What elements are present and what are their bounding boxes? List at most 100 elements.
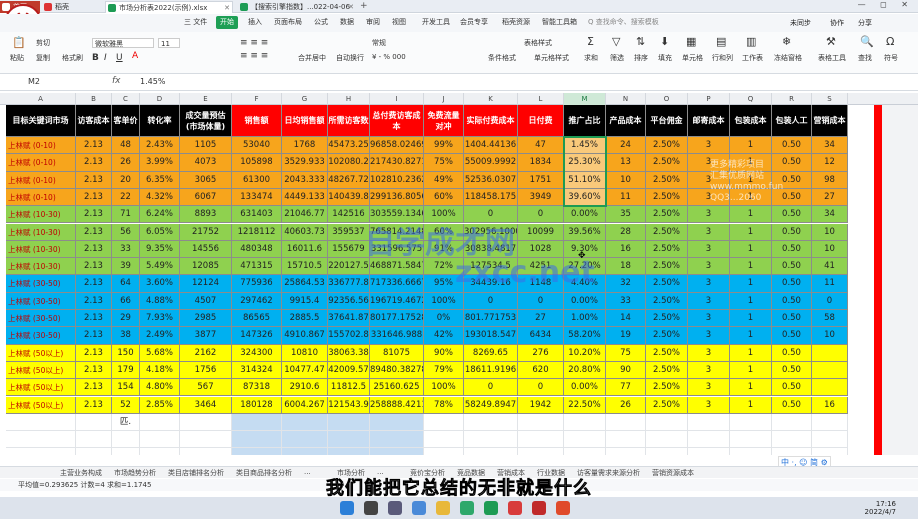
empty-cell[interactable] [772, 431, 812, 449]
table-cell[interactable]: 16 [606, 240, 646, 259]
table-cell[interactable]: 258888.4211 [370, 396, 424, 414]
table-cell[interactable]: 0.50 [772, 310, 812, 328]
table-cell[interactable]: 100% [424, 379, 464, 397]
menu-smart-tools[interactable]: 智能工具箱 [538, 16, 581, 29]
table-cell[interactable]: 775936 [232, 275, 282, 293]
paste-icon[interactable]: 📋 [12, 36, 26, 49]
table-cell[interactable]: 2.13 [76, 137, 112, 155]
table-cell[interactable]: 1105 [180, 137, 232, 155]
table-cell[interactable]: 92356.56 [328, 292, 370, 310]
fill-icon[interactable]: ⬇ [660, 35, 669, 48]
table-cell[interactable]: 16011.6 [282, 240, 328, 259]
table-cell[interactable]: 32 [606, 275, 646, 293]
empty-cell[interactable] [140, 413, 180, 432]
percent-icon[interactable]: ¥ - % 000 [372, 53, 406, 61]
column-header-d[interactable]: D [140, 93, 180, 105]
filter-icon[interactable]: ▽ [612, 35, 620, 48]
header-cell[interactable]: 营销成本 [812, 105, 848, 137]
header-cell[interactable]: 日付费 [518, 105, 564, 137]
table-cell[interactable]: 2.43% [140, 137, 180, 155]
table-cell[interactable]: 4910.867 [282, 327, 328, 345]
table-cell[interactable]: 336777.8 [328, 275, 370, 293]
freeze-icon[interactable]: ❄ [782, 35, 791, 48]
table-cell[interactable]: 155679 [328, 240, 370, 259]
table-cell[interactable]: 12124 [180, 275, 232, 293]
search-icon[interactable] [364, 501, 378, 515]
empty-cell[interactable] [564, 413, 606, 432]
table-cell[interactable]: 1 [730, 292, 772, 310]
fill-button[interactable]: 填充 [658, 53, 672, 63]
table-cell[interactable]: 上林赋 (50以上) [6, 344, 76, 362]
table-cell[interactable]: 3 [688, 240, 730, 259]
table-cell[interactable]: 105898 [232, 154, 282, 172]
table-cell[interactable]: 0.50 [772, 344, 812, 362]
table-cell[interactable]: 4.32% [140, 188, 180, 207]
table-cell[interactable]: 86565 [232, 310, 282, 328]
table-cell[interactable]: 48267.72 [328, 171, 370, 189]
table-cell[interactable]: 0 [518, 292, 564, 310]
table-cell[interactable]: 193018.547 [464, 327, 518, 345]
table-cell[interactable]: 58249.8947 [464, 396, 518, 414]
table-cell[interactable]: 2.50% [646, 171, 688, 189]
table-cell[interactable]: 6004.267 [282, 396, 328, 414]
empty-cell[interactable] [282, 448, 328, 455]
table-cell[interactable]: 21046.77 [282, 206, 328, 224]
table-cell[interactable]: 27 [518, 310, 564, 328]
table-cell[interactable]: 58 [812, 310, 848, 328]
empty-cell[interactable] [730, 448, 772, 455]
column-header-s[interactable]: S [812, 93, 848, 105]
table-cell[interactable]: 5.49% [140, 258, 180, 276]
table-cell[interactable]: 2.13 [76, 258, 112, 276]
table-cell[interactable]: 121543.9 [328, 396, 370, 414]
table-cell[interactable]: 2.50% [646, 258, 688, 276]
table-cell[interactable]: 49% [424, 171, 464, 189]
app-icon[interactable] [508, 501, 522, 515]
table-cell[interactable]: 118458.175 [464, 188, 518, 207]
empty-cell[interactable] [6, 431, 76, 449]
table-cell[interactable]: 35 [606, 206, 646, 224]
empty-cell[interactable] [282, 431, 328, 449]
table-cell[interactable]: 133474 [232, 188, 282, 207]
header-cell[interactable]: 所需访客数 [328, 105, 370, 137]
table-cell[interactable]: 26 [606, 396, 646, 414]
column-header-m[interactable]: M [564, 93, 606, 105]
header-cell[interactable]: 转化率 [140, 105, 180, 137]
table-cell[interactable]: 1 [730, 344, 772, 362]
table-cell[interactable]: 140439.8 [328, 188, 370, 207]
empty-cell[interactable] [370, 413, 424, 432]
empty-cell[interactable] [772, 413, 812, 432]
wps-icon[interactable] [556, 501, 570, 515]
table-cell[interactable]: 0.50 [772, 292, 812, 310]
cond-format-button[interactable]: 条件格式 [488, 53, 516, 63]
empty-cell[interactable] [140, 431, 180, 449]
table-cell[interactable]: 0 [518, 206, 564, 224]
table-cell[interactable]: 2.13 [76, 379, 112, 397]
empty-cell[interactable] [328, 448, 370, 455]
table-cell[interactable]: 100% [424, 292, 464, 310]
merge-button[interactable]: 合并居中 [298, 53, 326, 63]
table-cell[interactable]: 2.50% [646, 361, 688, 380]
sort-button[interactable]: 排序 [634, 53, 648, 63]
cell-style-button[interactable]: 单元格样式 [534, 53, 569, 63]
table-cell[interactable]: 0.00% [564, 379, 606, 397]
font-color-icon[interactable]: A [132, 51, 138, 61]
empty-cell[interactable] [112, 431, 140, 449]
header-cell[interactable]: 产品成本 [606, 105, 646, 137]
table-cell[interactable]: 3 [688, 292, 730, 310]
empty-cell[interactable] [424, 448, 464, 455]
table-cell[interactable]: 0.00% [564, 206, 606, 224]
empty-cell[interactable] [646, 431, 688, 449]
menu-page-layout[interactable]: 页面布局 [270, 16, 306, 29]
table-cell[interactable]: 45473.25 [328, 137, 370, 155]
table-cell[interactable]: 314324 [232, 361, 282, 380]
rowcol-icon[interactable]: ▤ [716, 35, 726, 48]
table-cell[interactable]: 1834 [518, 154, 564, 172]
table-cell[interactable] [812, 379, 848, 397]
table-cell[interactable]: 18611.9196 [464, 361, 518, 380]
table-style-button[interactable]: 表格样式 [524, 38, 552, 48]
empty-cell[interactable] [688, 448, 730, 455]
table-cell[interactable]: 6.05% [140, 223, 180, 241]
table-cell[interactable]: 12 [812, 154, 848, 172]
table-cell[interactable]: 631403 [232, 206, 282, 224]
table-cell[interactable]: 1 [730, 310, 772, 328]
